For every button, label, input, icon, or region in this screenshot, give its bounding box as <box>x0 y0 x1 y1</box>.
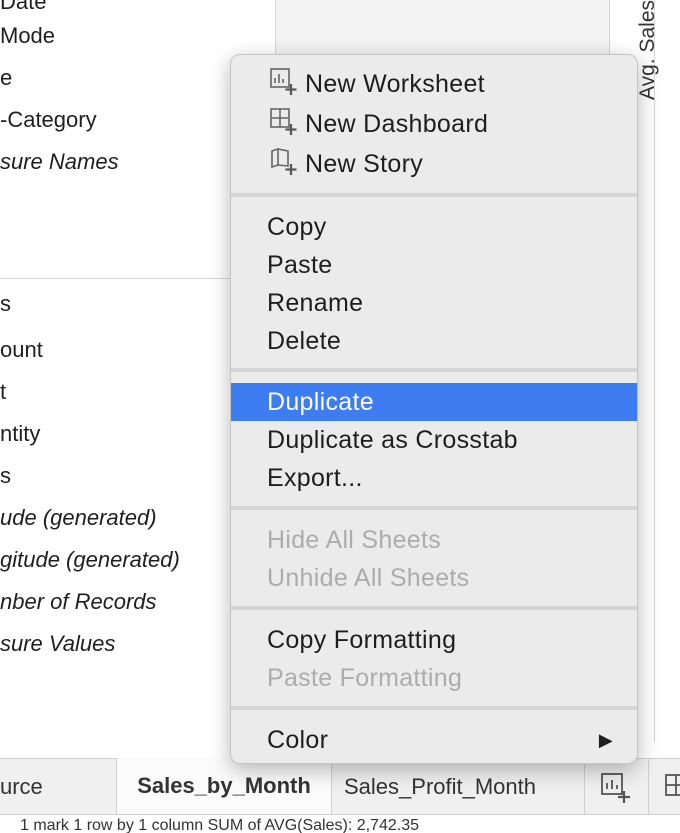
status-bar: 1 mark 1 row by 1 column SUM of AVG(Sale… <box>0 814 680 833</box>
field-ship-mode[interactable]: Mode <box>0 22 55 50</box>
menu-item-hide-all-sheets: Hide All Sheets <box>267 526 442 554</box>
sheet-tab-bar: urce Sales_by_Month Sales_Profit_Month <box>0 758 680 815</box>
field-state[interactable]: e <box>0 64 12 92</box>
menu-item-paste[interactable]: Paste <box>231 246 637 284</box>
menu-item-duplicate-as-crosstab[interactable]: Duplicate as Crosstab <box>231 421 637 459</box>
menu-item-rename[interactable]: Rename <box>231 284 637 322</box>
field-measure-values[interactable]: sure Values <box>0 630 115 658</box>
new-dashboard-icon <box>269 107 301 137</box>
axis-divider <box>654 0 655 742</box>
menu-item-export[interactable]: Export... <box>231 459 637 497</box>
menu-label-new-story: New Story <box>305 150 424 178</box>
menu-item-paste-formatting: Paste Formatting <box>267 664 463 692</box>
menu-label-color: Color <box>267 726 329 754</box>
new-story-icon <box>269 147 301 177</box>
menu-separator <box>231 506 637 510</box>
field-longitude[interactable]: gitude (generated) <box>0 546 180 574</box>
status-text: 1 mark 1 row by 1 column SUM of AVG(Sale… <box>20 817 419 833</box>
field-latitude[interactable]: ude (generated) <box>0 504 157 532</box>
field-order-date[interactable]: Date <box>0 0 46 16</box>
tab-sales-by-month[interactable]: Sales_by_Month <box>116 758 332 815</box>
menu-item-new-dashboard[interactable]: New Dashboard <box>231 105 637 143</box>
menu-separator <box>231 706 637 710</box>
menu-label-new-worksheet: New Worksheet <box>305 70 485 98</box>
new-worksheet-icon <box>269 67 301 97</box>
field-sub-category[interactable]: -Category <box>0 106 97 134</box>
tab-sales-profit-month[interactable]: Sales_Profit_Month <box>344 759 574 815</box>
field-profit[interactable]: t <box>0 378 6 406</box>
field-discount[interactable]: ount <box>0 336 43 364</box>
field-sales[interactable]: s <box>0 462 11 490</box>
context-menu: New Worksheet New Dashboard New Story Co… <box>230 54 638 764</box>
tab-separator <box>648 759 649 815</box>
menu-item-duplicate[interactable]: Duplicate <box>231 383 637 421</box>
new-worksheet-tab-icon[interactable] <box>598 759 638 815</box>
menu-separator <box>231 193 637 197</box>
menu-item-delete[interactable]: Delete <box>231 322 637 360</box>
menu-item-new-worksheet[interactable]: New Worksheet <box>231 65 637 103</box>
menu-item-new-story[interactable]: New Story <box>231 145 637 183</box>
menu-separator <box>231 368 637 372</box>
field-number-of-records[interactable]: nber of Records <box>0 588 157 616</box>
menu-item-unhide-all-sheets: Unhide All Sheets <box>267 564 470 592</box>
menu-item-copy-formatting[interactable]: Copy Formatting <box>231 621 637 659</box>
menu-item-copy[interactable]: Copy <box>231 208 637 246</box>
field-measure-names[interactable]: sure Names <box>0 148 119 176</box>
tab-separator <box>584 759 585 815</box>
tab-data-source[interactable]: urce <box>0 759 116 815</box>
field-quantity[interactable]: ntity <box>0 420 40 448</box>
submenu-arrow-icon: ▶ <box>598 730 613 750</box>
menu-separator <box>231 606 637 610</box>
measures-header: s <box>0 291 11 316</box>
menu-item-color[interactable]: Color ▶ <box>231 721 637 759</box>
axis-label: Avg. Sales <box>636 0 659 100</box>
menu-label-new-dashboard: New Dashboard <box>305 110 489 138</box>
new-dashboard-tab-icon[interactable] <box>660 759 680 815</box>
